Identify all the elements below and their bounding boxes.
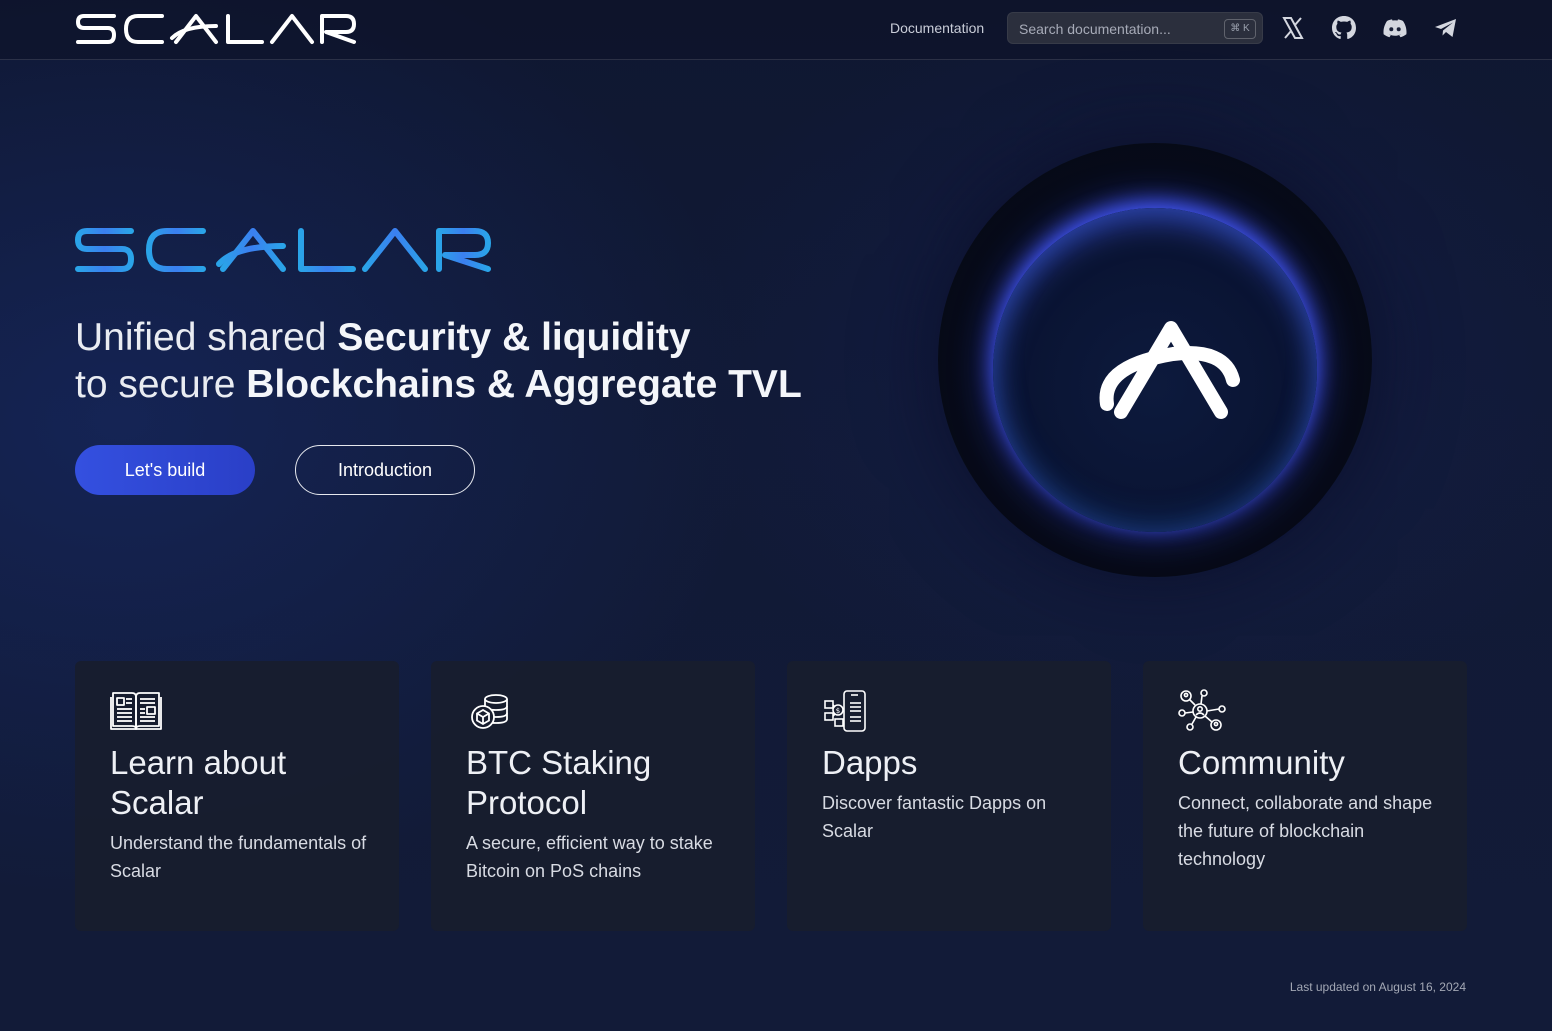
hero-headline: Unified shared Security & liquidity to s… xyxy=(75,314,855,408)
headline-line-2: to secure Blockchains & Aggregate TVL xyxy=(75,363,802,406)
card-dapps[interactable]: $ Dapps Discover fantastic Dapps on Scal… xyxy=(787,661,1111,931)
scalar-mark-icon xyxy=(1099,321,1240,419)
scalar-logo[interactable] xyxy=(76,12,356,46)
card-btc-staking-protocol[interactable]: BTC Staking Protocol A secure, efficient… xyxy=(431,661,755,931)
search-placeholder: Search documentation... xyxy=(1019,21,1171,37)
discord-icon[interactable] xyxy=(1381,14,1409,42)
coins-icon xyxy=(471,694,508,729)
github-icon[interactable] xyxy=(1330,14,1358,42)
card-title: BTC Staking Protocol xyxy=(466,744,652,821)
x-icon[interactable] xyxy=(1279,14,1307,42)
card-community[interactable]: Community Connect, collaborate and shape… xyxy=(1143,661,1467,931)
top-navbar: Documentation Search documentation... ⌘ … xyxy=(0,0,1552,60)
headline-line-1: Unified shared Security & liquidity xyxy=(75,316,691,359)
card-title: Learn about Scalar xyxy=(110,744,287,821)
search-shortcut-badge: ⌘ K xyxy=(1224,19,1256,39)
book-icon xyxy=(110,692,162,730)
telegram-icon[interactable] xyxy=(1432,14,1460,42)
svg-text:$: $ xyxy=(836,707,840,715)
card-description: Discover fantastic Dapps on Scalar xyxy=(822,793,1047,841)
introduction-button[interactable]: Introduction xyxy=(295,445,475,495)
hero-orb-graphic xyxy=(938,143,1372,577)
hero-scalar-logo xyxy=(75,226,495,274)
last-updated-text: Last updated on August 16, 2024 xyxy=(1289,980,1466,994)
lets-build-button[interactable]: Let's build xyxy=(75,445,255,495)
card-title: Dapps xyxy=(822,744,918,781)
nav-documentation-link[interactable]: Documentation xyxy=(890,20,984,36)
card-description: Understand the fundamentals of Scalar xyxy=(110,833,367,881)
card-description: A secure, efficient way to stake Bitcoin… xyxy=(466,833,713,881)
community-icon xyxy=(1178,689,1226,731)
search-input[interactable]: Search documentation... ⌘ K xyxy=(1007,12,1263,44)
card-learn-about-scalar[interactable]: Learn about Scalar Understand the fundam… xyxy=(75,661,399,931)
dapp-icon: $ xyxy=(824,690,866,732)
card-title: Community xyxy=(1178,744,1345,781)
card-description: Connect, collaborate and shape the futur… xyxy=(1178,793,1433,869)
